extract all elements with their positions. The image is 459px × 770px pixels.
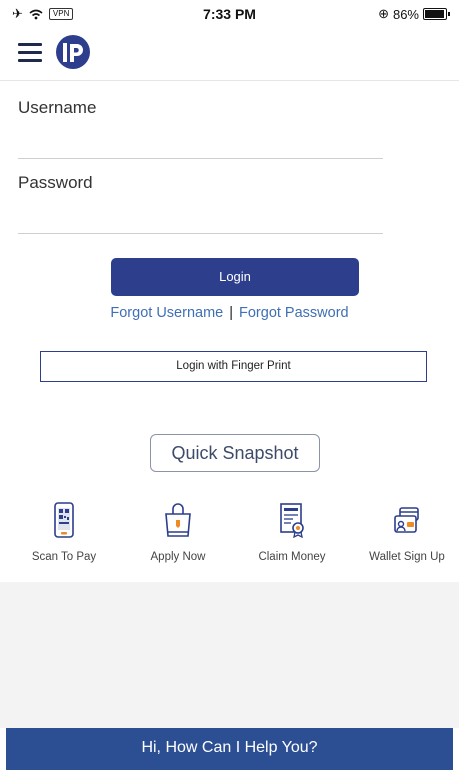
forgot-username-link[interactable]: Forgot Username <box>110 305 223 321</box>
quick-action-claim-money[interactable]: Claim Money <box>242 502 342 563</box>
login-button[interactable]: Login <box>111 258 359 296</box>
password-label: Password <box>18 173 93 192</box>
rotation-lock-icon: ⊕ <box>378 6 389 21</box>
status-right: ⊕ 86% <box>378 6 450 22</box>
forgot-links: Forgot Username | Forgot Password <box>0 305 459 321</box>
quick-action-apply-now[interactable]: Apply Now <box>128 502 228 563</box>
link-separator: | <box>229 305 233 321</box>
content-background <box>0 582 459 728</box>
quick-snapshot-button[interactable]: Quick Snapshot <box>150 434 320 472</box>
qr-phone-icon <box>54 502 74 538</box>
quick-action-label: Scan To Pay <box>31 551 97 563</box>
app-header <box>0 26 459 81</box>
certificate-icon <box>280 503 304 538</box>
wallet-icon <box>394 507 419 533</box>
battery-icon <box>423 8 450 20</box>
quick-action-scan-to-pay[interactable]: Scan To Pay <box>14 502 114 563</box>
shopping-bag-icon <box>165 503 191 537</box>
password-input[interactable] <box>18 233 383 234</box>
forgot-password-link[interactable]: Forgot Password <box>239 305 349 321</box>
username-input[interactable] <box>18 158 383 159</box>
username-label: Username <box>18 98 97 117</box>
app-logo <box>56 35 90 69</box>
fingerprint-login-button[interactable]: Login with Finger Print <box>40 351 427 382</box>
battery-percent: 86% <box>392 6 419 22</box>
quick-action-label: Wallet Sign Up <box>369 551 445 563</box>
help-chat-bar[interactable]: Hi, How Can I Help You? <box>6 728 453 770</box>
menu-icon[interactable] <box>18 43 42 62</box>
quick-action-label: Claim Money <box>258 551 326 563</box>
status-bar: ✈ VPN 7:33 PM ⊕ 86% <box>0 0 459 26</box>
quick-action-label: Apply Now <box>150 551 206 563</box>
quick-action-wallet-sign-up[interactable]: Wallet Sign Up <box>357 502 457 563</box>
